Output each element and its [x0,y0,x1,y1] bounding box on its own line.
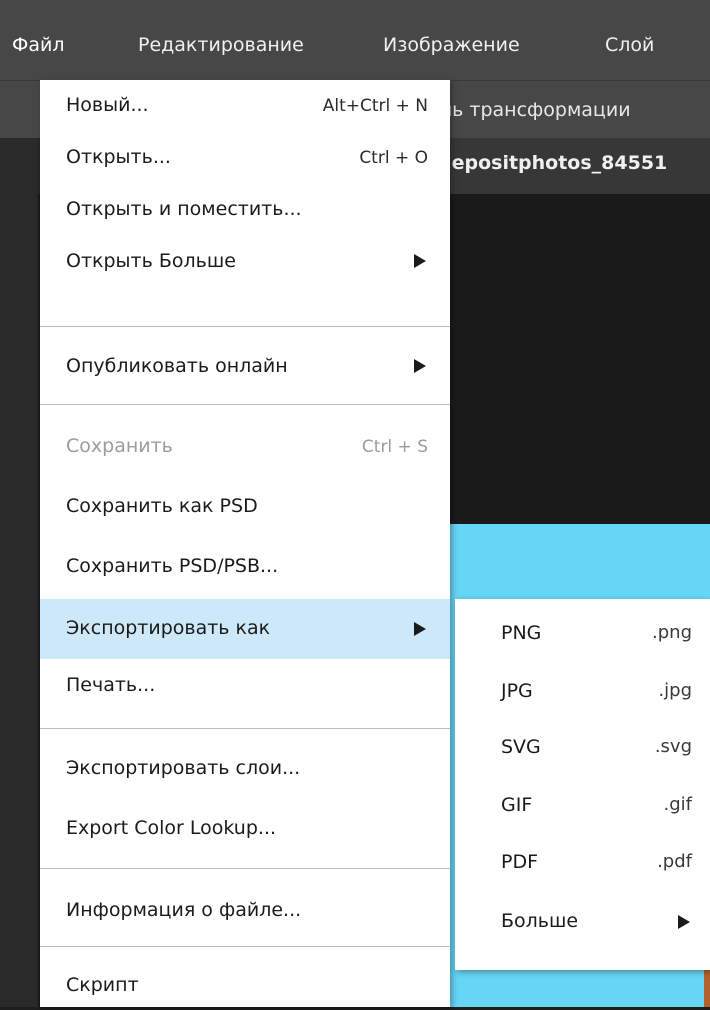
menu-item-label: Сохранить PSD/PSB... [66,555,279,577]
menu-bar: Файл Редактирование Изображение Слой [0,0,710,80]
export-format-label: SVG [501,736,541,758]
menu-item-label: Открыть... [66,146,171,168]
menu-item-label: Печать... [66,674,156,696]
menu-item-publish-online[interactable]: Опубликовать онлайн [40,341,450,391]
export-format-label: GIF [501,794,533,816]
menu-item-label: Информация о файле... [66,899,302,921]
menu-image[interactable]: Изображение [383,32,520,58]
menu-item-label: Опубликовать онлайн [66,355,288,377]
submenu-arrow-icon [414,359,426,373]
submenu-arrow-icon [678,915,690,929]
menu-layer[interactable]: Слой [605,32,654,58]
export-more[interactable]: Больше [455,893,710,949]
menu-item-label: Сохранить как PSD [66,495,258,517]
menu-item-open-more[interactable]: Открыть Больше [40,236,450,286]
menu-separator [40,946,450,947]
export-format-extension: .jpg [658,680,692,701]
menu-item-file-info[interactable]: Информация о файле... [40,885,450,935]
menu-file[interactable]: Файл [12,32,65,58]
export-format-extension: .png [652,622,692,643]
menu-item-label: Открыть и поместить... [66,198,302,220]
toolbar-strip [0,138,38,1007]
menu-item-export-layers[interactable]: Экспортировать слои... [40,743,450,793]
export-submenu: PNG .png JPG .jpg SVG .svg GIF .gif PDF … [455,599,710,970]
menu-item-open[interactable]: Открыть... Ctrl + O [40,132,450,182]
menu-separator [40,404,450,405]
menu-item-save-as-psd[interactable]: Сохранить как PSD [40,481,450,531]
export-format-extension: .pdf [657,851,692,872]
menu-item-save-psd-psb[interactable]: Сохранить PSD/PSB... [40,541,450,591]
export-pdf[interactable]: PDF .pdf [455,834,710,890]
export-more-label: Больше [501,910,579,932]
export-format-label: PDF [501,851,539,873]
export-jpg[interactable]: JPG .jpg [455,663,710,719]
export-gif[interactable]: GIF .gif [455,777,710,833]
menu-item-label: Скрипт [66,974,139,996]
menu-item-new[interactable]: Новый... Alt+Ctrl + N [40,80,450,130]
menu-item-shortcut: Ctrl + S [361,437,428,457]
menu-item-open-and-place[interactable]: Открыть и поместить... [40,184,450,234]
menu-item-save: Сохранить Ctrl + S [40,421,450,471]
export-format-label: PNG [501,622,542,644]
menu-item-label: Открыть Больше [66,250,236,272]
export-format-label: JPG [501,680,533,702]
export-format-extension: .gif [663,794,693,815]
menu-item-label: Экспортировать слои... [66,757,301,779]
menu-item-export-as[interactable]: Экспортировать как [40,599,450,659]
menu-item-label: Export Color Lookup... [66,817,277,839]
menu-item-shortcut: Ctrl + O [359,148,428,168]
menu-separator [40,326,450,327]
export-svg[interactable]: SVG .svg [455,719,710,775]
menu-item-export-color-lookup[interactable]: Export Color Lookup... [40,803,450,853]
file-menu: Новый... Alt+Ctrl + N Открыть... Ctrl + … [40,80,450,1007]
menu-separator [40,728,450,729]
menu-item-label: Сохранить [66,435,173,457]
menu-item-label: Экспортировать как [66,617,271,639]
submenu-arrow-icon [414,254,426,268]
export-png[interactable]: PNG .png [455,605,710,661]
menu-item-label: Новый... [66,94,149,116]
export-format-extension: .svg [654,736,692,757]
transform-controls-label[interactable]: ль трансформации [440,99,631,121]
menu-item-print[interactable]: Печать... [40,660,450,710]
menu-separator [40,868,450,869]
menu-edit[interactable]: Редактирование [138,32,304,58]
menu-item-shortcut: Alt+Ctrl + N [322,96,428,116]
document-tab-title[interactable]: depositphotos_84551 [438,152,667,174]
menu-item-script[interactable]: Скрипт [40,960,450,1010]
submenu-arrow-icon [414,622,426,636]
